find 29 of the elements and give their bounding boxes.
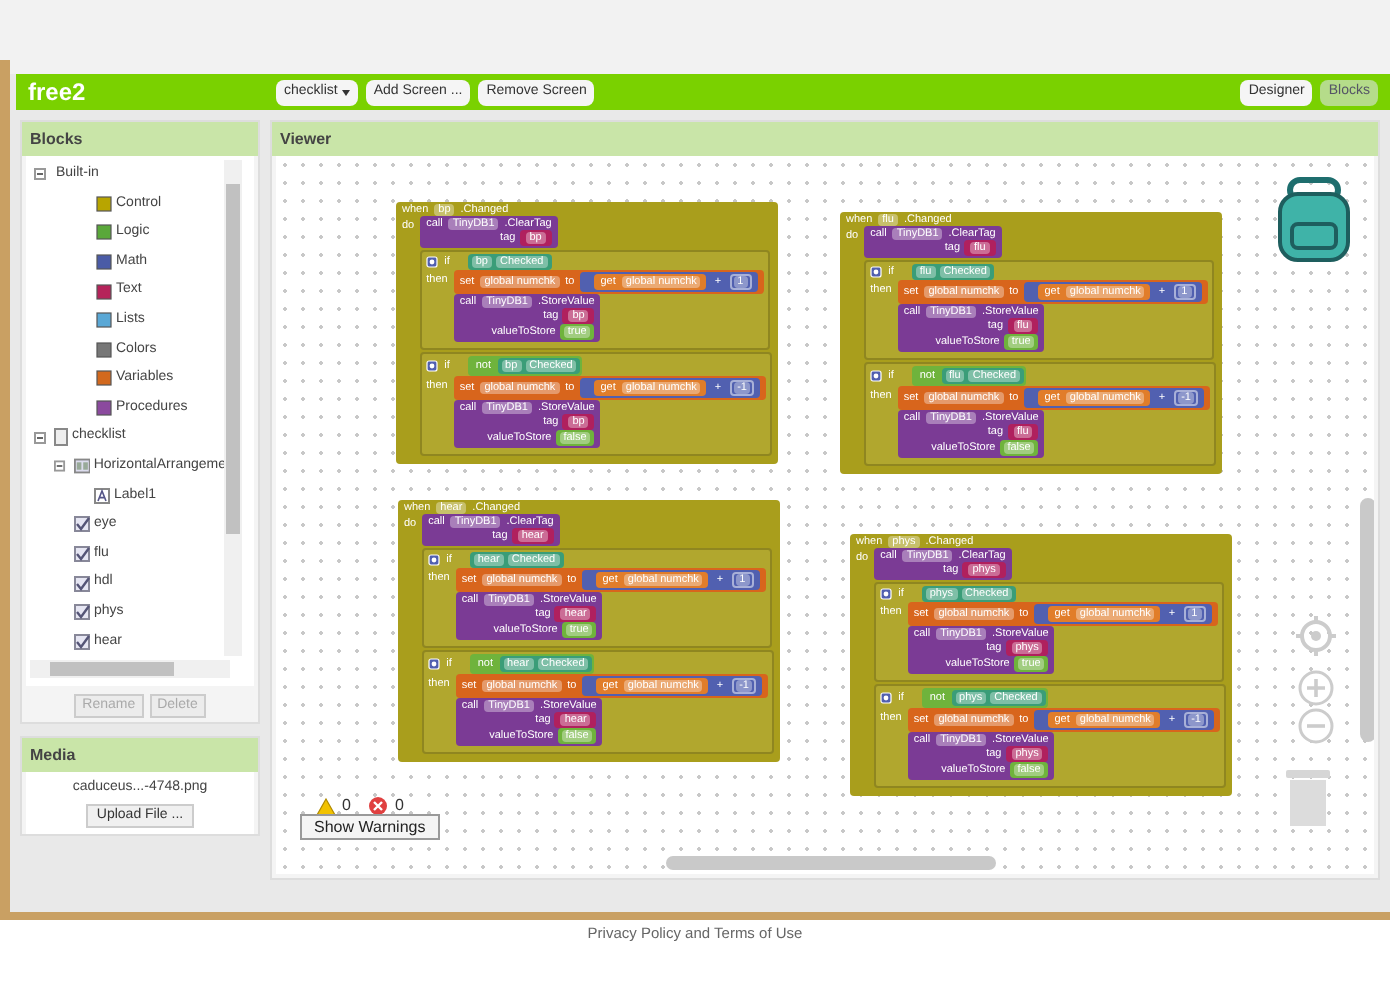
collapse-toggle-icon[interactable] bbox=[34, 431, 46, 444]
collapse-toggle-icon[interactable] bbox=[34, 168, 46, 181]
show-warnings-button[interactable]: Show Warnings bbox=[300, 814, 440, 840]
error-count: 0 bbox=[394, 794, 404, 818]
backpack-icon bbox=[1272, 176, 1356, 264]
panel-header: Blocks bbox=[22, 122, 258, 156]
checkbox-icon bbox=[74, 575, 90, 592]
caret-icon bbox=[341, 89, 350, 95]
warning-count: 0 bbox=[342, 794, 351, 818]
horizontal-scrollbar[interactable] bbox=[30, 660, 230, 678]
collapse-toggle-icon[interactable] bbox=[54, 460, 66, 473]
vertical-scrollbar[interactable] bbox=[224, 160, 242, 656]
checkbox-icon bbox=[74, 516, 90, 533]
trash-icon bbox=[1286, 766, 1330, 826]
recenter-icon bbox=[1296, 616, 1336, 656]
app-title: free2 bbox=[28, 76, 88, 110]
checkbox-icon bbox=[74, 546, 90, 563]
horizontal-scrollbar[interactable] bbox=[666, 856, 996, 870]
checkbox-icon bbox=[74, 633, 90, 650]
error-icon bbox=[368, 796, 389, 816]
vertical-scrollbar[interactable] bbox=[1360, 498, 1374, 742]
screen-icon bbox=[54, 428, 68, 447]
checkbox-icon bbox=[74, 604, 90, 621]
arrangement-icon bbox=[73, 458, 90, 475]
zoom-in-icon bbox=[1298, 670, 1334, 706]
panel-header: Media bbox=[22, 738, 258, 772]
panel-header: Viewer bbox=[272, 122, 1378, 156]
label-icon bbox=[94, 487, 110, 504]
zoom-out-icon bbox=[1298, 708, 1334, 744]
